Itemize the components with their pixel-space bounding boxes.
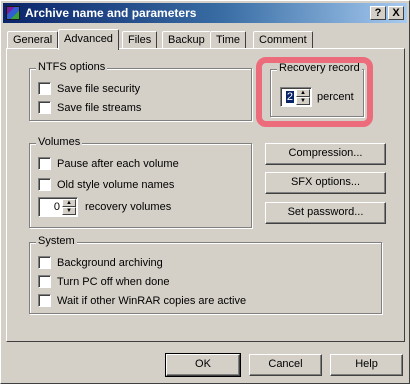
recovery-volumes-label: recovery volumes	[85, 201, 172, 213]
compression-button[interactable]: Compression...	[265, 143, 386, 165]
spinner-arrows[interactable]: ▲ ▼	[296, 89, 310, 105]
spinner-arrows[interactable]: ▲ ▼	[62, 199, 76, 215]
cancel-button[interactable]: Cancel	[249, 354, 322, 376]
spin-down-icon[interactable]: ▼	[296, 97, 310, 105]
help-button[interactable]: Help	[330, 354, 403, 376]
checkbox-box[interactable]	[38, 157, 51, 170]
recovery-record-legend: Recovery record	[277, 62, 362, 74]
spin-up-icon[interactable]: ▲	[296, 89, 310, 97]
tab-comment[interactable]: Comment	[253, 31, 313, 49]
checkbox-box[interactable]	[38, 256, 51, 269]
recovery-volumes-spinner[interactable]: 0 ▲ ▼	[38, 197, 78, 217]
background-archiving-label: Background archiving	[57, 257, 163, 269]
system-group: System Background archiving Turn PC off …	[29, 235, 382, 314]
dialog-window: Archive name and parameters ? X General …	[0, 0, 410, 384]
title-bar[interactable]: Archive name and parameters ? X	[3, 3, 407, 23]
checkbox-box[interactable]	[38, 178, 51, 191]
turn-pc-off-label: Turn PC off when done	[57, 276, 170, 288]
ntfs-options-group: NTFS options Save file security Save fil…	[29, 61, 252, 121]
ok-button[interactable]: OK	[165, 353, 241, 377]
recovery-percent-spinner[interactable]: 2 ▲ ▼	[280, 87, 312, 107]
spin-up-icon[interactable]: ▲	[62, 199, 76, 207]
recovery-percent-value[interactable]: 2	[285, 91, 294, 103]
volumes-legend: Volumes	[36, 136, 83, 148]
window-title: Archive name and parameters	[25, 6, 197, 20]
recovery-percent-label: percent	[317, 91, 354, 103]
set-password-button[interactable]: Set password...	[265, 202, 386, 224]
checkbox-box[interactable]	[38, 101, 51, 114]
tab-backup[interactable]: Backup	[162, 31, 211, 49]
tab-files[interactable]: Files	[122, 31, 158, 49]
checkbox-box[interactable]	[38, 82, 51, 95]
spin-down-icon[interactable]: ▼	[62, 207, 76, 215]
pause-after-volume-label: Pause after each volume	[57, 158, 179, 170]
tab-advanced[interactable]: Advanced	[58, 29, 119, 50]
help-title-button[interactable]: ?	[370, 6, 386, 20]
advanced-tab-panel: NTFS options Save file security Save fil…	[6, 48, 405, 342]
checkbox-box[interactable]	[38, 275, 51, 288]
old-style-names-label: Old style volume names	[57, 179, 175, 191]
volumes-group: Volumes Pause after each volume Old styl…	[29, 136, 252, 228]
recovery-volumes-value[interactable]: 0	[54, 201, 60, 213]
save-file-security-label: Save file security	[57, 83, 141, 95]
recovery-record-group: Recovery record 2 ▲ ▼ percent	[270, 62, 364, 117]
tab-general[interactable]: General	[7, 31, 59, 49]
ntfs-options-legend: NTFS options	[36, 61, 108, 73]
wait-other-copies-label: Wait if other WinRAR copies are active	[57, 295, 247, 307]
close-icon[interactable]: X	[388, 6, 404, 20]
system-legend: System	[36, 235, 77, 247]
save-file-streams-label: Save file streams	[57, 102, 142, 114]
sfx-options-button[interactable]: SFX options...	[265, 172, 386, 194]
tab-time[interactable]: Time	[210, 31, 247, 49]
winrar-app-icon	[6, 6, 20, 20]
checkbox-box[interactable]	[38, 294, 51, 307]
